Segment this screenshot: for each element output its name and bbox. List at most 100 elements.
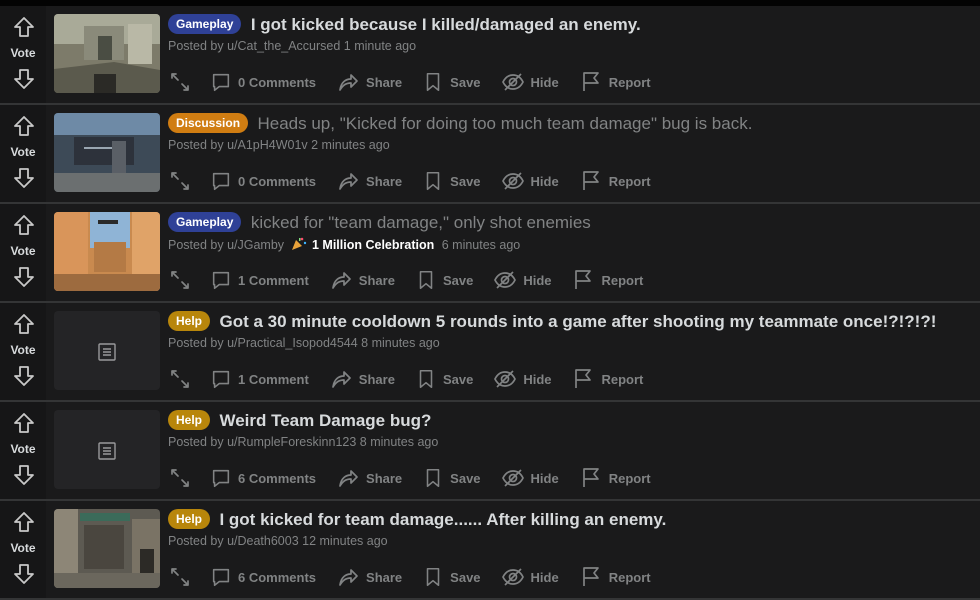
report-button[interactable]: Report — [579, 565, 651, 589]
comment-icon — [210, 269, 232, 291]
post-card[interactable]: Vote Gameplay kicked for "team damage," … — [0, 204, 980, 303]
comments-button[interactable]: 1 Comment — [210, 368, 309, 390]
comment-icon — [210, 170, 232, 192]
report-label: Report — [608, 173, 651, 189]
hide-button[interactable]: Hide — [501, 565, 559, 589]
post-thumbnail[interactable] — [54, 14, 160, 93]
post-meta: Posted by u/Cat_the_Accursed 1 minute ag… — [168, 39, 417, 53]
post-flair[interactable]: Help — [168, 410, 211, 430]
post-title[interactable]: I got kicked for team damage...... After… — [219, 509, 666, 530]
arrow-up-icon[interactable] — [12, 15, 36, 39]
report-label: Report — [608, 569, 651, 585]
vote-label: Vote — [10, 145, 36, 159]
share-icon — [329, 367, 353, 391]
share-button[interactable]: Share — [336, 466, 402, 490]
arrow-up-icon[interactable] — [12, 114, 36, 138]
post-card[interactable]: Vote Gameplay I got kicked because I kil… — [0, 6, 980, 105]
arrow-down-icon[interactable] — [12, 562, 36, 586]
expand-icon — [168, 565, 192, 589]
report-button[interactable]: Report — [579, 70, 651, 94]
share-label: Share — [366, 470, 403, 486]
comments-button[interactable]: 0 Comments — [210, 71, 316, 93]
hide-button[interactable]: Hide — [501, 169, 559, 193]
expand-button[interactable] — [168, 565, 192, 589]
expand-button[interactable] — [168, 70, 192, 94]
save-button[interactable]: Save — [415, 269, 473, 291]
share-button[interactable]: Share — [336, 169, 402, 193]
post-card[interactable]: Vote Help I got kicked for team damage..… — [0, 501, 980, 600]
report-button[interactable]: Report — [579, 466, 651, 490]
share-button[interactable]: Share — [336, 70, 402, 94]
expand-button[interactable] — [168, 367, 192, 391]
post-flair[interactable]: Discussion — [168, 113, 249, 133]
comments-button[interactable]: 1 Comment — [210, 269, 309, 291]
share-button[interactable]: Share — [336, 565, 402, 589]
post-thumbnail[interactable] — [54, 311, 160, 390]
report-label: Report — [608, 74, 651, 90]
report-button[interactable]: Report — [571, 367, 643, 391]
save-button[interactable]: Save — [415, 368, 473, 390]
hide-label: Hide — [523, 371, 552, 387]
hide-button[interactable]: Hide — [493, 268, 551, 292]
vote-column: Vote — [0, 204, 46, 301]
post-flair[interactable]: Help — [168, 509, 211, 529]
arrow-up-icon[interactable] — [12, 312, 36, 336]
arrow-up-icon[interactable] — [12, 510, 36, 534]
post-author: Posted by u/JGamby — [168, 238, 285, 252]
save-button[interactable]: Save — [422, 71, 481, 93]
arrow-down-icon[interactable] — [12, 265, 36, 289]
save-button[interactable]: Save — [422, 467, 481, 489]
arrow-down-icon[interactable] — [12, 364, 36, 388]
post-title[interactable]: I got kicked because I killed/damaged an… — [251, 14, 641, 35]
expand-button[interactable] — [168, 466, 192, 490]
share-label: Share — [358, 272, 395, 288]
arrow-down-icon[interactable] — [12, 463, 36, 487]
expand-button[interactable] — [168, 268, 192, 292]
post-thumbnail[interactable] — [54, 410, 160, 489]
report-icon — [571, 367, 595, 391]
arrow-down-icon[interactable] — [12, 166, 36, 190]
post-meta: Posted by u/JGamby 1 Million Celebration… — [168, 237, 970, 252]
post-thumbnail[interactable] — [54, 113, 160, 192]
post-title[interactable]: Weird Team Damage bug? — [219, 410, 431, 431]
post-card[interactable]: Vote Help Got a 30 minute cooldown 5 rou… — [0, 303, 980, 402]
post-thumbnail[interactable] — [54, 509, 160, 588]
post-flair[interactable]: Gameplay — [168, 14, 242, 34]
post-title[interactable]: Got a 30 minute cooldown 5 rounds into a… — [219, 311, 936, 332]
save-button[interactable]: Save — [422, 566, 481, 588]
report-icon — [579, 70, 603, 94]
share-button[interactable]: Share — [329, 367, 395, 391]
hide-button[interactable]: Hide — [493, 367, 551, 391]
report-icon — [579, 169, 603, 193]
report-button[interactable]: Report — [571, 268, 643, 292]
vote-label: Vote — [10, 442, 36, 456]
save-icon — [415, 269, 437, 291]
hide-button[interactable]: Hide — [501, 466, 559, 490]
share-icon — [336, 70, 360, 94]
post-flair[interactable]: Help — [168, 311, 211, 331]
comments-label: 0 Comments — [238, 173, 317, 189]
hide-button[interactable]: Hide — [501, 70, 559, 94]
arrow-down-icon[interactable] — [12, 67, 36, 91]
post-meta: Posted by u/Practical_Isopod4544 8 minut… — [168, 336, 440, 350]
post-thumbnail[interactable] — [54, 212, 160, 291]
share-label: Share — [358, 371, 395, 387]
arrow-up-icon[interactable] — [12, 411, 36, 435]
save-button[interactable]: Save — [422, 170, 481, 192]
expand-button[interactable] — [168, 169, 192, 193]
post-card[interactable]: Vote Help Weird Team Damage bug? Posted … — [0, 402, 980, 501]
arrow-up-icon[interactable] — [12, 213, 36, 237]
comments-label: 1 Comment — [238, 371, 309, 387]
post-title[interactable]: Heads up, "Kicked for doing too much tea… — [257, 113, 752, 134]
comments-button[interactable]: 6 Comments — [210, 467, 316, 489]
post-title[interactable]: kicked for "team damage," only shot enem… — [251, 212, 591, 233]
post-card[interactable]: Vote Discussion Heads up, "Kicked for do… — [0, 105, 980, 204]
comments-label: 0 Comments — [238, 74, 317, 90]
comments-button[interactable]: 6 Comments — [210, 566, 316, 588]
award-label[interactable]: 1 Million Celebration — [312, 238, 434, 252]
comments-button[interactable]: 0 Comments — [210, 170, 316, 192]
share-button[interactable]: Share — [329, 268, 395, 292]
report-button[interactable]: Report — [579, 169, 651, 193]
save-label: Save — [450, 470, 481, 486]
post-flair[interactable]: Gameplay — [168, 212, 242, 232]
